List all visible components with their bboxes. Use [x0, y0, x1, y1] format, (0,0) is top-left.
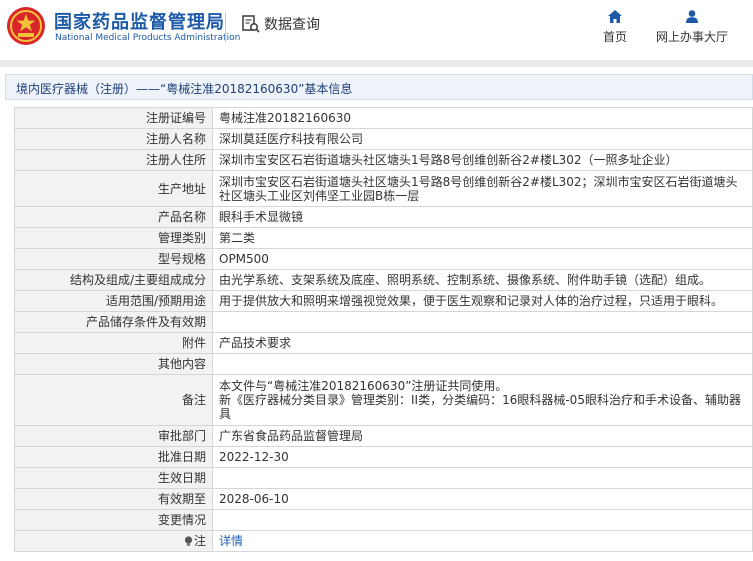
field-label: 注册人住所: [14, 149, 213, 171]
field-value: [212, 353, 753, 375]
field-value: 眼科手术显微镜: [212, 206, 753, 228]
data-query-link[interactable]: 数据查询: [241, 14, 320, 34]
table-row: 产品储存条件及有效期: [14, 311, 753, 333]
table-row: 有效期至 2028-06-10: [14, 488, 753, 510]
field-label: 生效日期: [14, 467, 213, 489]
field-value: 由光学系统、支架系统及底座、照明系统、控制系统、摄像系统、附件助手镜（选配）组成…: [212, 269, 753, 291]
table-row: 结构及组成/主要组成成分 由光学系统、支架系统及底座、照明系统、控制系统、摄像系统…: [14, 269, 753, 291]
table-row: 审批部门 广东省食品药品监督管理局: [14, 425, 753, 447]
table-row: 管理类别 第二类: [14, 227, 753, 249]
field-label: 批准日期: [14, 446, 213, 468]
field-label: 注: [14, 530, 213, 552]
breadcrumb: 境内医疗器械（注册）——“粤械注准20182160630”基本信息: [5, 74, 753, 100]
nav-home[interactable]: 首页: [603, 10, 627, 45]
field-label: 注册证编号: [14, 107, 213, 129]
data-query-label: 数据查询: [264, 17, 320, 33]
field-value: 深圳莫廷医疗科技有限公司: [212, 128, 753, 150]
field-label: 变更情况: [14, 509, 213, 531]
field-value: 本文件与“粤械注准20182160630”注册证共同使用。 新《医疗器械分类目录…: [212, 374, 753, 426]
field-label: 有效期至: [14, 488, 213, 510]
table-row: 型号规格 OPM500: [14, 248, 753, 270]
device-detail-table: 注册证编号 粤械注准20182160630 注册人名称 深圳莫廷医疗科技有限公司 注册人…: [14, 107, 753, 552]
field-value: 深圳市宝安区石岩街道塘头社区塘头1号路8号创维创新谷2#楼L302；深圳市宝安区…: [212, 170, 753, 207]
table-row: 生效日期: [14, 467, 753, 489]
site-title[interactable]: 国家药品监督管理局: [54, 8, 225, 34]
field-label: 结构及组成/主要组成成分: [14, 269, 213, 291]
field-label: 管理类别: [14, 227, 213, 249]
field-value: 2028-06-10: [212, 488, 753, 510]
table-row: 注册人住所 深圳市宝安区石岩街道塘头社区塘头1号路8号创维创新谷2#楼L302（一…: [14, 149, 753, 171]
field-value: 用于提供放大和照明来增强视觉效果，便于医生观察和记录对人体的治疗过程，只适用于眼…: [212, 290, 753, 312]
field-label: 其他内容: [14, 353, 213, 375]
table-row: 变更情况: [14, 509, 753, 531]
breadcrumb-text: 境内医疗器械（注册）——“粤械注准20182160630”基本信息: [16, 82, 353, 96]
field-label: 型号规格: [14, 248, 213, 270]
field-value: 深圳市宝安区石岩街道塘头社区塘头1号路8号创维创新谷2#楼L302（一照多址企业…: [212, 149, 753, 171]
field-value: OPM500: [212, 248, 753, 270]
field-value: 产品技术要求: [212, 332, 753, 354]
field-label: 生产地址: [14, 170, 213, 207]
nav-office-label: 网上办事大厅: [656, 30, 729, 44]
table-row: 备注 本文件与“粤械注准20182160630”注册证共同使用。 新《医疗器械分类…: [14, 374, 753, 426]
field-label: 产品储存条件及有效期: [14, 311, 213, 333]
details-link[interactable]: 详情: [219, 534, 243, 548]
field-label: 附件: [14, 332, 213, 354]
field-value: 粤械注准20182160630: [212, 107, 753, 129]
data-search-icon: [242, 15, 260, 33]
nav-home-label: 首页: [603, 30, 628, 44]
table-row: 附件 产品技术要求: [14, 332, 753, 354]
header-divider: [225, 12, 226, 42]
table-row: 其他内容: [14, 353, 753, 375]
field-value: 广东省食品药品监督管理局: [212, 425, 753, 447]
field-value: [212, 311, 753, 333]
table-row: 适用范围/预期用途 用于提供放大和照明来增强视觉效果，便于医生观察和记录对人体的治…: [14, 290, 753, 312]
lightbulb-icon: [184, 536, 193, 546]
field-value: [212, 467, 753, 489]
table-row: 产品名称 眼科手术显微镜: [14, 206, 753, 228]
site-subtitle-en: National Medical Products Administration: [55, 33, 241, 43]
table-row: 生产地址 深圳市宝安区石岩街道塘头社区塘头1号路8号创维创新谷2#楼L302；深圳…: [14, 170, 753, 207]
field-value: [212, 509, 753, 531]
field-value: 2022-12-30: [212, 446, 753, 468]
field-label: 注册人名称: [14, 128, 213, 150]
site-header: 国家药品监督管理局 National Medical Products Admi…: [0, 0, 753, 60]
field-label: 产品名称: [14, 206, 213, 228]
field-value: 第二类: [212, 227, 753, 249]
field-label: 适用范围/预期用途: [14, 290, 213, 312]
table-row-note: 注详情: [14, 530, 753, 552]
home-icon: [608, 10, 622, 23]
table-row: 注册证编号 粤械注准20182160630: [14, 107, 753, 129]
header-separator: [0, 60, 753, 67]
field-label: 审批部门: [14, 425, 213, 447]
note-label: 注: [193, 534, 206, 548]
table-row: 批准日期 2022-12-30: [14, 446, 753, 468]
table-row: 注册人名称 深圳莫廷医疗科技有限公司: [14, 128, 753, 150]
field-value: 详情: [212, 530, 753, 552]
national-emblem-logo[interactable]: [6, 6, 46, 46]
user-icon: [686, 10, 698, 23]
field-label: 备注: [14, 374, 213, 426]
nav-online-office[interactable]: 网上办事大厅: [656, 10, 728, 45]
